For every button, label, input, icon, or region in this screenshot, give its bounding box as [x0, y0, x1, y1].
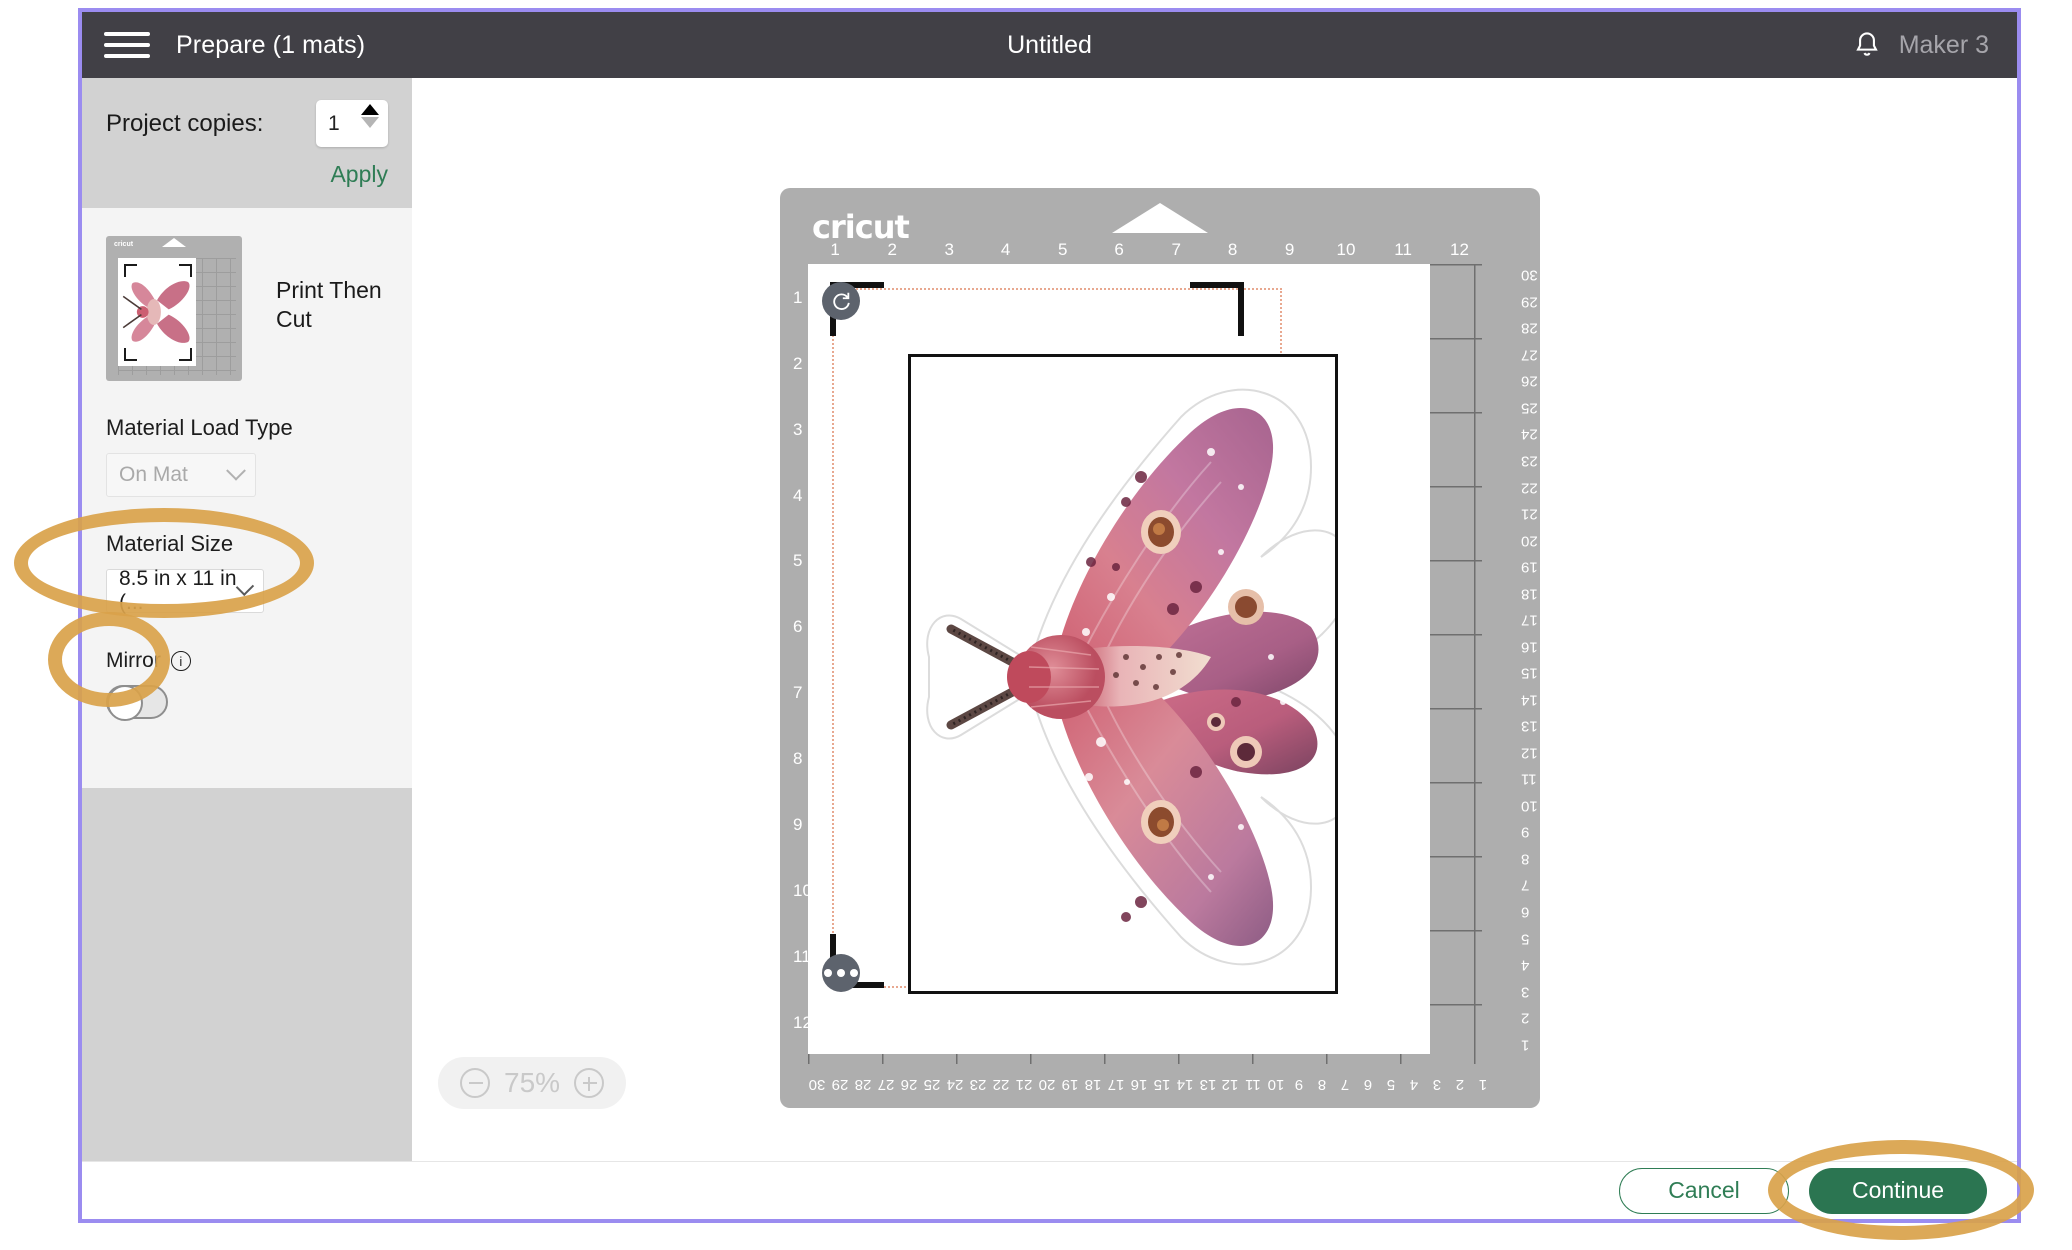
- ruler-bottom-cm: 30 29 28 27 26 25 24 23 22 21 20 19 18 17 16 15 14 1…: [808, 1076, 1488, 1093]
- operation-label: Print Then Cut: [276, 277, 382, 333]
- reg-mark-tr-h: [1190, 282, 1244, 288]
- screenshot-root: Prepare (1 mats) Untitled Maker 3 Projec…: [0, 0, 2072, 1250]
- material-size-select[interactable]: 8.5 in x 11 in (...: [106, 567, 264, 614]
- reg-mark-tr-v: [1238, 282, 1244, 336]
- material-load-type-label: Material Load Type: [106, 415, 293, 440]
- device-name[interactable]: Maker 3: [1899, 31, 1989, 60]
- stepper-decrement-icon[interactable]: [361, 117, 379, 128]
- info-icon[interactable]: i: [170, 651, 191, 671]
- material-load-type-select[interactable]: On Mat: [106, 453, 256, 497]
- sidebar-filler: [82, 788, 412, 1161]
- project-copies-block: Project copies: 1 Apply: [82, 78, 412, 208]
- footer-bar: Cancel Continue: [82, 1161, 2017, 1219]
- thumbnail-corner-bl: [124, 348, 137, 361]
- chevron-down-icon: [226, 460, 246, 481]
- thumbnail-cricut-logo: cricut: [114, 241, 134, 248]
- thumbnail-corner-tl: [124, 264, 137, 277]
- mat-thumbnail-row: cricut Print Then Cut: [106, 236, 388, 381]
- print-then-cut-artwork[interactable]: [908, 354, 1338, 994]
- material-load-type-value: On Mat: [119, 463, 188, 486]
- thumbnail-mat-tab: [162, 238, 186, 247]
- moth-illustration: [926, 388, 1335, 966]
- application-window: Prepare (1 mats) Untitled Maker 3 Projec…: [78, 8, 2021, 1223]
- project-copies-stepper[interactable]: 1: [316, 100, 388, 147]
- zoom-level: 75%: [504, 1067, 561, 1098]
- page-title: Prepare (1 mats): [176, 30, 366, 59]
- mat-thumbnail[interactable]: cricut: [106, 236, 242, 381]
- cutting-mat[interactable]: cricut 123 456 789 10 11 12 123 456 789 10…: [780, 188, 1540, 1108]
- mirror-label: Mirror: [106, 649, 161, 672]
- thumbnail-corner-br: [179, 348, 192, 361]
- continue-button[interactable]: Continue: [1809, 1167, 1987, 1214]
- document-title: Untitled: [1007, 30, 1092, 59]
- top-bar: Prepare (1 mats) Untitled Maker 3: [82, 12, 2017, 78]
- hamburger-menu-icon[interactable]: [104, 28, 150, 62]
- sidebar-content: cricut Print Then Cut Material Load Type…: [82, 208, 412, 721]
- mirror-row: Mirror i: [106, 649, 388, 673]
- stepper-arrows: [361, 104, 379, 128]
- sidebar-panel: Project copies: 1 Apply cricut Print The…: [82, 78, 412, 1161]
- more-options-icon[interactable]: [822, 954, 860, 992]
- ruler-right-cm: 30 29 28 27 26 25 24 23 22 21 20 19 18 17 16 15 14 1…: [1521, 266, 1538, 1054]
- apply-button[interactable]: Apply: [106, 161, 388, 188]
- stepper-increment-icon[interactable]: [361, 104, 379, 115]
- ruler-top-inches: 123 456 789 10 11 12: [830, 240, 1469, 259]
- mirror-toggle-knob: [107, 685, 143, 721]
- zoom-control[interactable]: 75%: [438, 1057, 627, 1109]
- project-copies-label: Project copies:: [106, 109, 264, 137]
- zoom-in-icon[interactable]: [574, 1068, 605, 1098]
- material-sheet[interactable]: [808, 264, 1430, 1054]
- cancel-button[interactable]: Cancel: [1619, 1167, 1789, 1214]
- topbar-right-group: Maker 3: [1853, 30, 1989, 60]
- rotate-icon[interactable]: [822, 282, 860, 320]
- material-size-label: Material Size: [106, 531, 234, 556]
- zoom-out-icon[interactable]: [460, 1068, 490, 1098]
- mat-tab-icon: [1112, 203, 1208, 233]
- thumbnail-corner-tr: [179, 264, 192, 277]
- mat-canvas[interactable]: cricut 123 456 789 10 11 12 123 456 789 10…: [412, 78, 2017, 1161]
- mirror-toggle[interactable]: [106, 685, 168, 721]
- bell-icon[interactable]: [1853, 30, 1881, 60]
- project-copies-value[interactable]: 1: [316, 112, 340, 136]
- dots-glyph: [824, 969, 858, 977]
- material-size-value: 8.5 in x 11 in (...: [119, 567, 237, 614]
